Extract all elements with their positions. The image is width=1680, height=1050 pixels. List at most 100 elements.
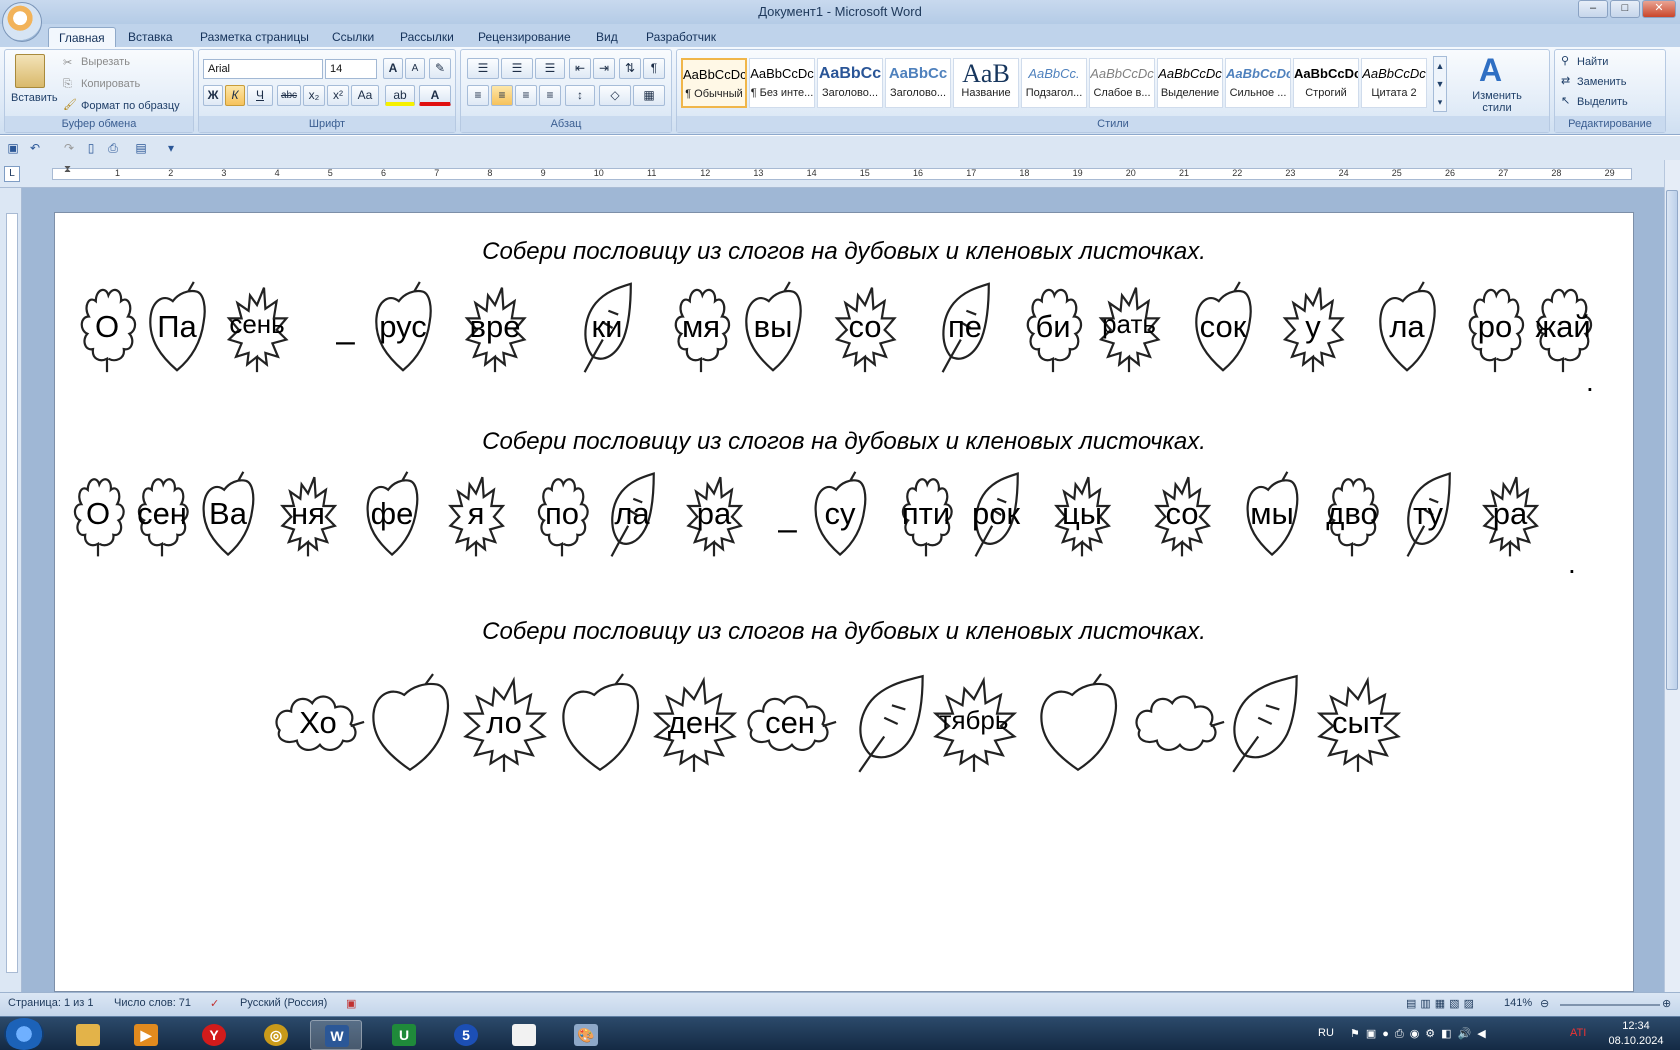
indent-marker-icon[interactable]: ⧗ (64, 164, 74, 184)
grow-font-button[interactable]: A (383, 58, 403, 79)
maximize-button[interactable]: □ (1610, 0, 1640, 18)
paragraph-group: ☰ ☰ ☰ ⇤ ⇥ ⇅ ¶ ≡ ≡ ≡ ≡ ↕ ◇ ▦ Абзац (460, 49, 672, 133)
bullets-icon[interactable]: ☰ (467, 58, 499, 79)
view-buttons-icon[interactable]: ▤▥▦▧▨ (1406, 997, 1478, 1010)
print-preview-icon[interactable]: ⎙ (106, 141, 120, 155)
ruler-bar[interactable]: 1 2 3 4 5 6 7 8 9 10 11 12 13 14 15 16 17 18 19 20 21 22 23 24 2… (52, 168, 1632, 180)
taskbar-channel5[interactable]: 5 (440, 1020, 492, 1050)
change-styles-button[interactable]: Изменить стили (1467, 90, 1527, 114)
style-quote2[interactable]: AaBbCcDc Цитата 2 (1361, 58, 1427, 108)
replace-button[interactable]: Заменить (1577, 76, 1626, 88)
word-count[interactable]: Число слов: 71 (114, 997, 191, 1009)
tab-page-layout[interactable]: Разметка страницы (190, 27, 319, 48)
italic-button[interactable]: К (225, 85, 245, 106)
change-styles-icon[interactable]: A (1479, 52, 1502, 89)
bold-button[interactable]: Ж (203, 85, 223, 106)
zoom-slider[interactable] (1560, 1004, 1660, 1006)
style-heading1[interactable]: AaBbCc Заголово... (817, 58, 883, 108)
style-no-spacing[interactable]: AaBbCcDc ¶ Без инте... (749, 58, 815, 108)
style-subtle-emphasis[interactable]: AaBbCcDc Слабое в... (1089, 58, 1155, 108)
cut-button[interactable]: Вырезать (81, 56, 130, 68)
spelling-icon[interactable]: ✓ (210, 997, 219, 1010)
superscript-button[interactable]: x² (327, 85, 349, 106)
tab-mailings[interactable]: Рассылки (390, 27, 464, 48)
highlight-icon[interactable]: ab (385, 85, 415, 106)
taskbar-word[interactable]: W (310, 1020, 362, 1050)
align-left-icon[interactable]: ≡ (467, 85, 489, 106)
paste-button[interactable]: Вставить (11, 92, 58, 104)
subscript-button[interactable]: x₂ (303, 85, 325, 106)
table-icon[interactable]: ▤ (134, 141, 148, 155)
strikethrough-button[interactable]: abc (277, 85, 301, 106)
undo-icon[interactable]: ↶ (28, 141, 42, 155)
select-button[interactable]: Выделить (1577, 96, 1628, 108)
vertical-ruler-bar[interactable] (6, 213, 18, 973)
office-button[interactable] (2, 2, 42, 42)
shrink-font-button[interactable]: A (405, 58, 425, 79)
taskbar-yandex[interactable]: Y (188, 1020, 240, 1050)
clear-format-icon[interactable]: ✎ (429, 58, 451, 79)
align-center-icon[interactable]: ≡ (491, 85, 513, 106)
ati-icon[interactable]: ATI (1570, 1027, 1586, 1039)
zoom-in-icon[interactable]: ⊕ (1662, 997, 1671, 1010)
font-color-icon[interactable]: A (419, 85, 451, 106)
ruler-number: 10 (593, 168, 604, 178)
macro-record-icon[interactable]: ▣ (346, 997, 356, 1010)
styles-scroll-icon[interactable]: ▲ ▼ ▾ (1433, 56, 1447, 112)
tray-icons[interactable]: ⚑▣●⎙◉⚙◧🔊◀ (1350, 1027, 1492, 1041)
taskbar-notepad[interactable] (498, 1020, 550, 1050)
tab-developer[interactable]: Разработчик (636, 27, 726, 48)
style-normal[interactable]: AaBbCcDc ¶ Обычный (681, 58, 747, 108)
clock[interactable]: 12:34 08.10.2024 (1606, 1019, 1666, 1049)
taskbar-media-player[interactable]: ▶ (120, 1020, 172, 1050)
page-count[interactable]: Страница: 1 из 1 (8, 997, 94, 1009)
taskbar-app-green[interactable]: U (378, 1020, 430, 1050)
taskbar-app-gold[interactable]: ◎ (250, 1020, 302, 1050)
language-status[interactable]: Русский (Россия) (240, 997, 327, 1009)
taskbar-explorer[interactable] (62, 1020, 114, 1050)
show-marks-button[interactable]: ¶ (643, 58, 665, 79)
tab-selector-icon[interactable]: L (4, 166, 20, 182)
zoom-level[interactable]: 141% (1504, 997, 1532, 1009)
close-button[interactable]: ✕ (1642, 0, 1676, 18)
numbering-icon[interactable]: ☰ (501, 58, 533, 79)
increase-indent-icon[interactable]: ⇥ (593, 58, 615, 79)
new-document-icon[interactable]: ▯ (84, 141, 98, 155)
align-right-icon[interactable]: ≡ (515, 85, 537, 106)
save-icon[interactable]: ▣ (6, 141, 20, 155)
tab-review[interactable]: Рецензирование (468, 27, 581, 48)
style-strong[interactable]: AaBbCcDc Строгий (1293, 58, 1359, 108)
style-intense-emphasis[interactable]: AaBbCcDc Сильное ... (1225, 58, 1291, 108)
font-name-select[interactable]: Arial (203, 59, 323, 79)
customize-qat-icon[interactable]: ▾ (164, 141, 178, 155)
style-emphasis[interactable]: AaBbCcDc Выделение (1157, 58, 1223, 108)
change-case-button[interactable]: Aa (351, 85, 379, 106)
justify-icon[interactable]: ≡ (539, 85, 561, 106)
multilevel-list-icon[interactable]: ☰ (535, 58, 565, 79)
format-painter-button[interactable]: Формат по образцу (81, 100, 180, 112)
scrollbar-thumb[interactable] (1666, 190, 1678, 690)
language-indicator[interactable]: RU (1318, 1027, 1334, 1039)
minimize-button[interactable]: – (1578, 0, 1608, 18)
font-size-select[interactable]: 14 (325, 59, 377, 79)
redo-icon[interactable]: ↷ (62, 141, 76, 155)
sort-icon[interactable]: ⇅ (619, 58, 641, 79)
style-subtitle[interactable]: AaBbCc. Подзагол... (1021, 58, 1087, 108)
copy-button[interactable]: Копировать (81, 78, 140, 90)
tab-view[interactable]: Вид (586, 27, 628, 48)
tab-references[interactable]: Ссылки (322, 27, 384, 48)
zoom-out-icon[interactable]: ⊖ (1540, 997, 1549, 1010)
shading-icon[interactable]: ◇ (599, 85, 631, 106)
find-button[interactable]: Найти (1577, 56, 1608, 68)
tab-insert[interactable]: Вставка (118, 27, 183, 48)
style-heading2[interactable]: AaBbCc Заголово... (885, 58, 951, 108)
start-button[interactable] (4, 1018, 44, 1050)
paste-icon[interactable] (15, 54, 45, 88)
tab-home[interactable]: Главная (48, 27, 116, 48)
underline-button[interactable]: Ч (247, 85, 273, 106)
style-title[interactable]: AaB Название (953, 58, 1019, 108)
borders-icon[interactable]: ▦ (633, 85, 665, 106)
taskbar-paint[interactable]: 🎨 (560, 1020, 612, 1050)
line-spacing-icon[interactable]: ↕ (565, 85, 595, 106)
decrease-indent-icon[interactable]: ⇤ (569, 58, 591, 79)
